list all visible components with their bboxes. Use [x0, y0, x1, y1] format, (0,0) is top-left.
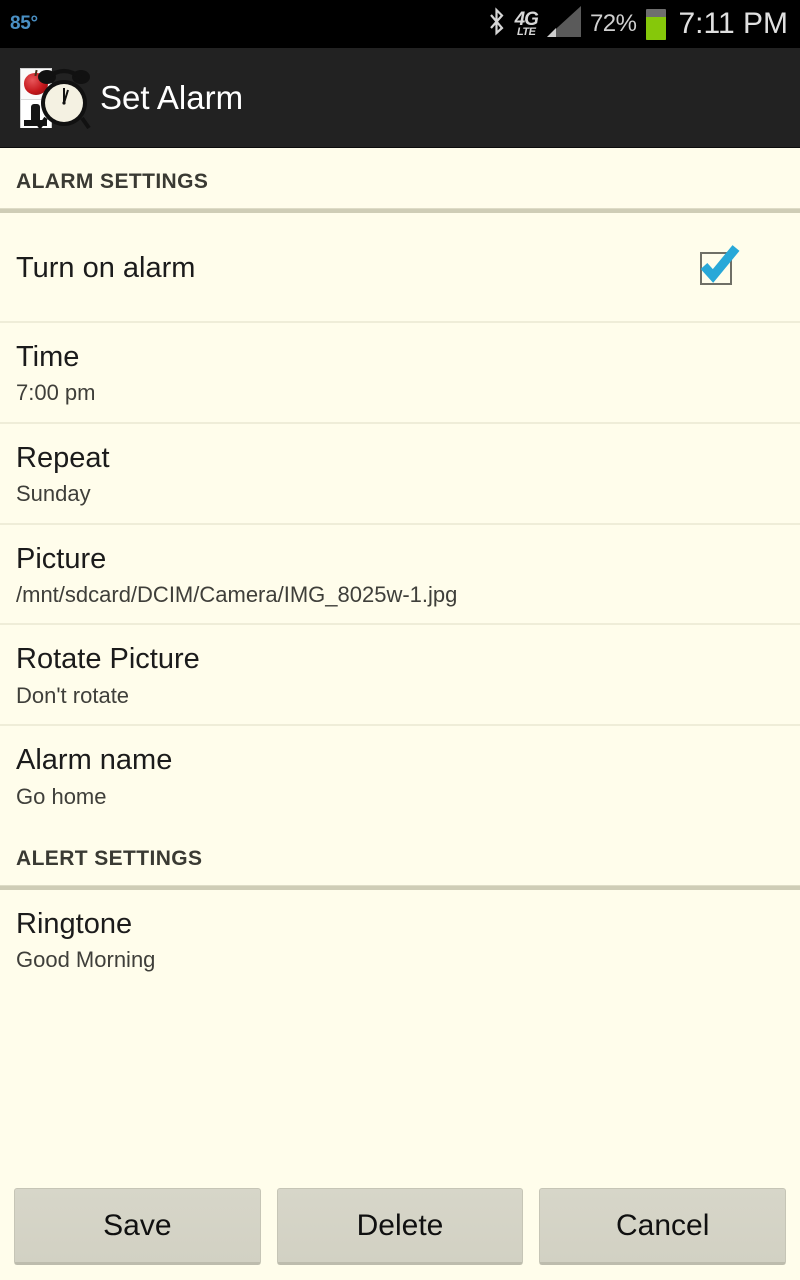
row-time-text: Time 7:00 pm: [16, 341, 784, 406]
delete-button[interactable]: Delete: [276, 1188, 524, 1265]
row-title: Time: [16, 341, 80, 373]
row-repeat-text: Repeat Sunday: [16, 442, 784, 507]
row-alarm-name[interactable]: Alarm name Go home: [0, 726, 800, 825]
row-title: Turn on alarm: [16, 251, 196, 284]
section-header-alarm-settings: ALARM SETTINGS: [16, 170, 209, 193]
network-standard-label: LTE: [517, 26, 536, 38]
turn-on-alarm-checkbox[interactable]: [696, 245, 740, 288]
battery-percent-label: 72%: [589, 10, 637, 37]
row-time[interactable]: Time 7:00 pm: [0, 323, 800, 424]
battery-icon: [645, 8, 666, 40]
page-title: Set Alarm: [100, 78, 244, 116]
status-bar: 85° 4G LTE 72% 7:11 PM: [0, 0, 800, 48]
alarm-clock-glyph: [36, 66, 92, 135]
settings-list: ALARM SETTINGS Turn on alarm Time 7:00 p…: [0, 148, 800, 1175]
row-subtitle: Go home: [16, 783, 107, 809]
row-title: Rotate Picture: [16, 643, 200, 676]
phone-screen: 85° 4G LTE 72% 7:11 PM Set Alarm ALARM S…: [0, 0, 800, 1280]
row-title: Picture: [16, 542, 107, 575]
signal-bars-icon: [546, 6, 581, 42]
row-subtitle: Sunday: [16, 481, 91, 507]
row-subtitle: 7:00 pm: [16, 380, 96, 406]
row-rotate-picture[interactable]: Rotate Picture Don't rotate: [0, 625, 800, 727]
alarm-clock-photo-icon[interactable]: [16, 66, 92, 130]
action-bar: Set Alarm: [0, 48, 800, 148]
cancel-button[interactable]: Cancel: [539, 1188, 787, 1265]
row-ringtone[interactable]: Ringtone Good Morning: [0, 890, 800, 989]
row-title: Alarm name: [16, 744, 173, 777]
row-turn-on-alarm[interactable]: Turn on alarm: [0, 213, 800, 323]
status-bar-clock: 7:11 PM: [678, 7, 789, 40]
row-picture[interactable]: Picture /mnt/sdcard/DCIM/Camera/IMG_8025…: [0, 525, 800, 626]
row-rotate-picture-text: Rotate Picture Don't rotate: [16, 643, 784, 708]
row-alarm-name-text: Alarm name Go home: [16, 744, 784, 809]
row-subtitle: /mnt/sdcard/DCIM/Camera/IMG_8025w-1.jpg: [16, 582, 458, 607]
row-title: Repeat: [16, 441, 110, 474]
status-bar-icons: 4G LTE 72% 7:11 PM: [487, 6, 788, 42]
row-turn-on-alarm-text: Turn on alarm: [16, 252, 696, 284]
action-button-bar: Save Delete Cancel: [0, 1175, 800, 1280]
temperature-indicator: 85°: [10, 13, 38, 34]
row-subtitle: Good Morning: [16, 947, 156, 973]
row-subtitle: Don't rotate: [16, 682, 130, 708]
row-ringtone-text: Ringtone Good Morning: [16, 908, 784, 973]
row-repeat[interactable]: Repeat Sunday: [0, 424, 800, 525]
save-button[interactable]: Save: [14, 1188, 261, 1265]
network-type-indicator: 4G LTE: [515, 10, 539, 38]
bluetooth-icon: [487, 6, 506, 42]
row-title: Ringtone: [16, 907, 133, 940]
checkmark-icon: [696, 244, 740, 293]
battery-fill: [645, 17, 666, 40]
row-picture-text: Picture /mnt/sdcard/DCIM/Camera/IMG_8025…: [16, 543, 784, 608]
section-header-alert-settings: ALERT SETTINGS: [16, 846, 203, 870]
